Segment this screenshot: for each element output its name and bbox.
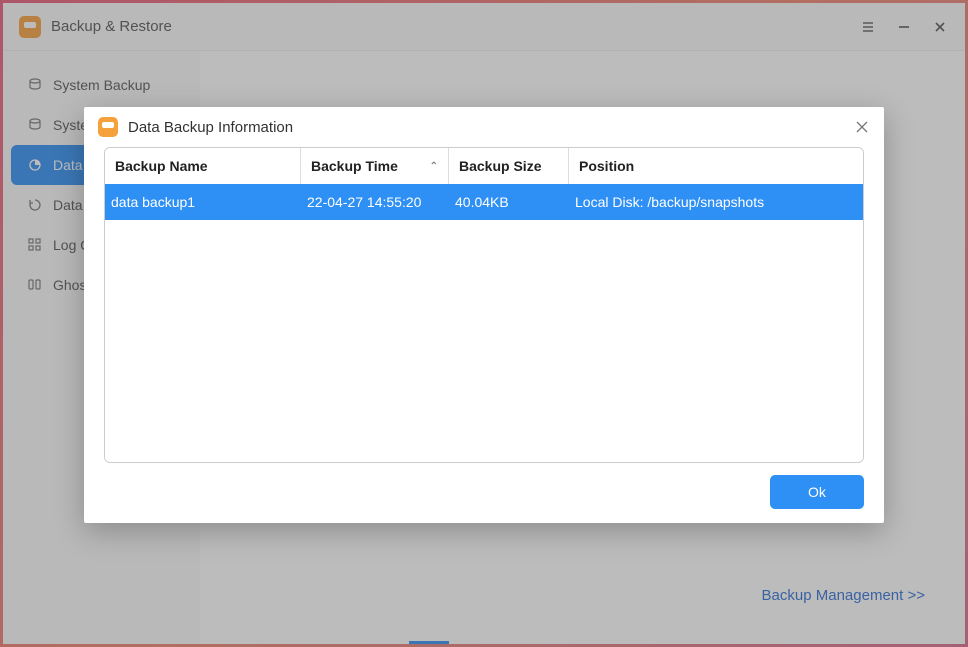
dialog-footer: Ok (84, 463, 884, 509)
modal-overlay: Data Backup Information Backup Name Back… (0, 0, 968, 647)
dialog-close-button[interactable] (854, 119, 870, 135)
column-header-name[interactable]: Backup Name (105, 148, 301, 184)
table-body: data backup1 22-04-27 14:55:20 40.04KB L… (105, 184, 863, 462)
table-row[interactable]: data backup1 22-04-27 14:55:20 40.04KB L… (105, 184, 863, 220)
cell-position: Local Disk: /backup/snapshots (569, 184, 863, 220)
dialog-header: Data Backup Information (84, 107, 884, 147)
data-backup-info-dialog: Data Backup Information Backup Name Back… (84, 107, 884, 523)
backup-table: Backup Name Backup Time ⌃ Backup Size Po… (104, 147, 864, 463)
column-header-position[interactable]: Position (569, 148, 863, 184)
table-header: Backup Name Backup Time ⌃ Backup Size Po… (105, 148, 863, 184)
dialog-title: Data Backup Information (128, 119, 293, 136)
column-header-time[interactable]: Backup Time ⌃ (301, 148, 449, 184)
ok-button[interactable]: Ok (770, 475, 864, 509)
cell-size: 40.04KB (449, 184, 569, 220)
column-header-size[interactable]: Backup Size (449, 148, 569, 184)
column-header-time-label: Backup Time (311, 158, 398, 174)
cell-time: 22-04-27 14:55:20 (301, 184, 449, 220)
cell-name: data backup1 (105, 184, 301, 220)
sort-asc-icon: ⌃ (430, 161, 438, 172)
dialog-app-icon (98, 117, 118, 137)
